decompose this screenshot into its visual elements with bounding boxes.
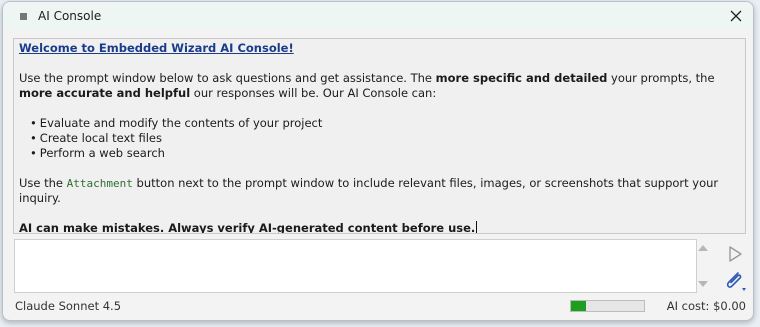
intro-text-1: Use the prompt window below to ask quest… [19, 71, 436, 85]
model-label: Claude Sonnet 4.5 [15, 299, 122, 313]
paperclip-icon [726, 272, 746, 291]
intro-bold-2: more accurate and helpful [19, 86, 191, 100]
output-area[interactable]: Welcome to Embedded Wizard AI Console! U… [13, 38, 746, 234]
list-item: Create local text files [30, 131, 740, 146]
send-button[interactable] [725, 244, 745, 264]
attachment-button[interactable] [722, 268, 748, 294]
intro-text-3: our responses will be. Our AI Console ca… [190, 86, 437, 100]
prompt-scrollbar[interactable] [697, 239, 709, 293]
progress-bar [570, 300, 645, 312]
status-bar: Claude Sonnet 4.5 AI cost: $0.00 [3, 296, 753, 318]
close-icon [730, 10, 742, 22]
text-caret [476, 221, 478, 233]
list-item: Perform a web search [30, 146, 740, 161]
prompt-input[interactable] [14, 239, 697, 293]
capabilities-list: Evaluate and modify the contents of your… [19, 116, 740, 161]
attachment-note-before: Use the [19, 176, 67, 190]
scroll-up-icon[interactable] [698, 245, 708, 251]
intro-paragraph: Use the prompt window below to ask quest… [19, 71, 740, 101]
window-title: AI Console [38, 9, 102, 23]
cost-label: AI cost: $0.00 [666, 299, 746, 313]
warning-text: AI can make mistakes. Always verify AI-g… [19, 221, 740, 234]
ai-console-window: AI Console Welcome to Embedded Wizard AI… [2, 1, 754, 321]
intro-bold-1: more specific and detailed [435, 71, 608, 85]
scroll-down-icon[interactable] [698, 281, 708, 287]
window-icon [20, 12, 27, 20]
intro-text-2: your prompts, the [607, 71, 715, 85]
send-icon [729, 246, 742, 262]
progress-fill [571, 301, 586, 311]
warning-label: AI can make mistakes. Always verify AI-g… [19, 221, 476, 234]
list-item: Evaluate and modify the contents of your… [30, 116, 740, 131]
attachment-keyword: Attachment [66, 177, 133, 190]
attachment-note: Use the Attachment button next to the pr… [19, 176, 740, 206]
title-bar: AI Console [3, 2, 753, 30]
close-button[interactable] [725, 5, 747, 27]
welcome-link[interactable]: Welcome to Embedded Wizard AI Console! [19, 41, 294, 56]
